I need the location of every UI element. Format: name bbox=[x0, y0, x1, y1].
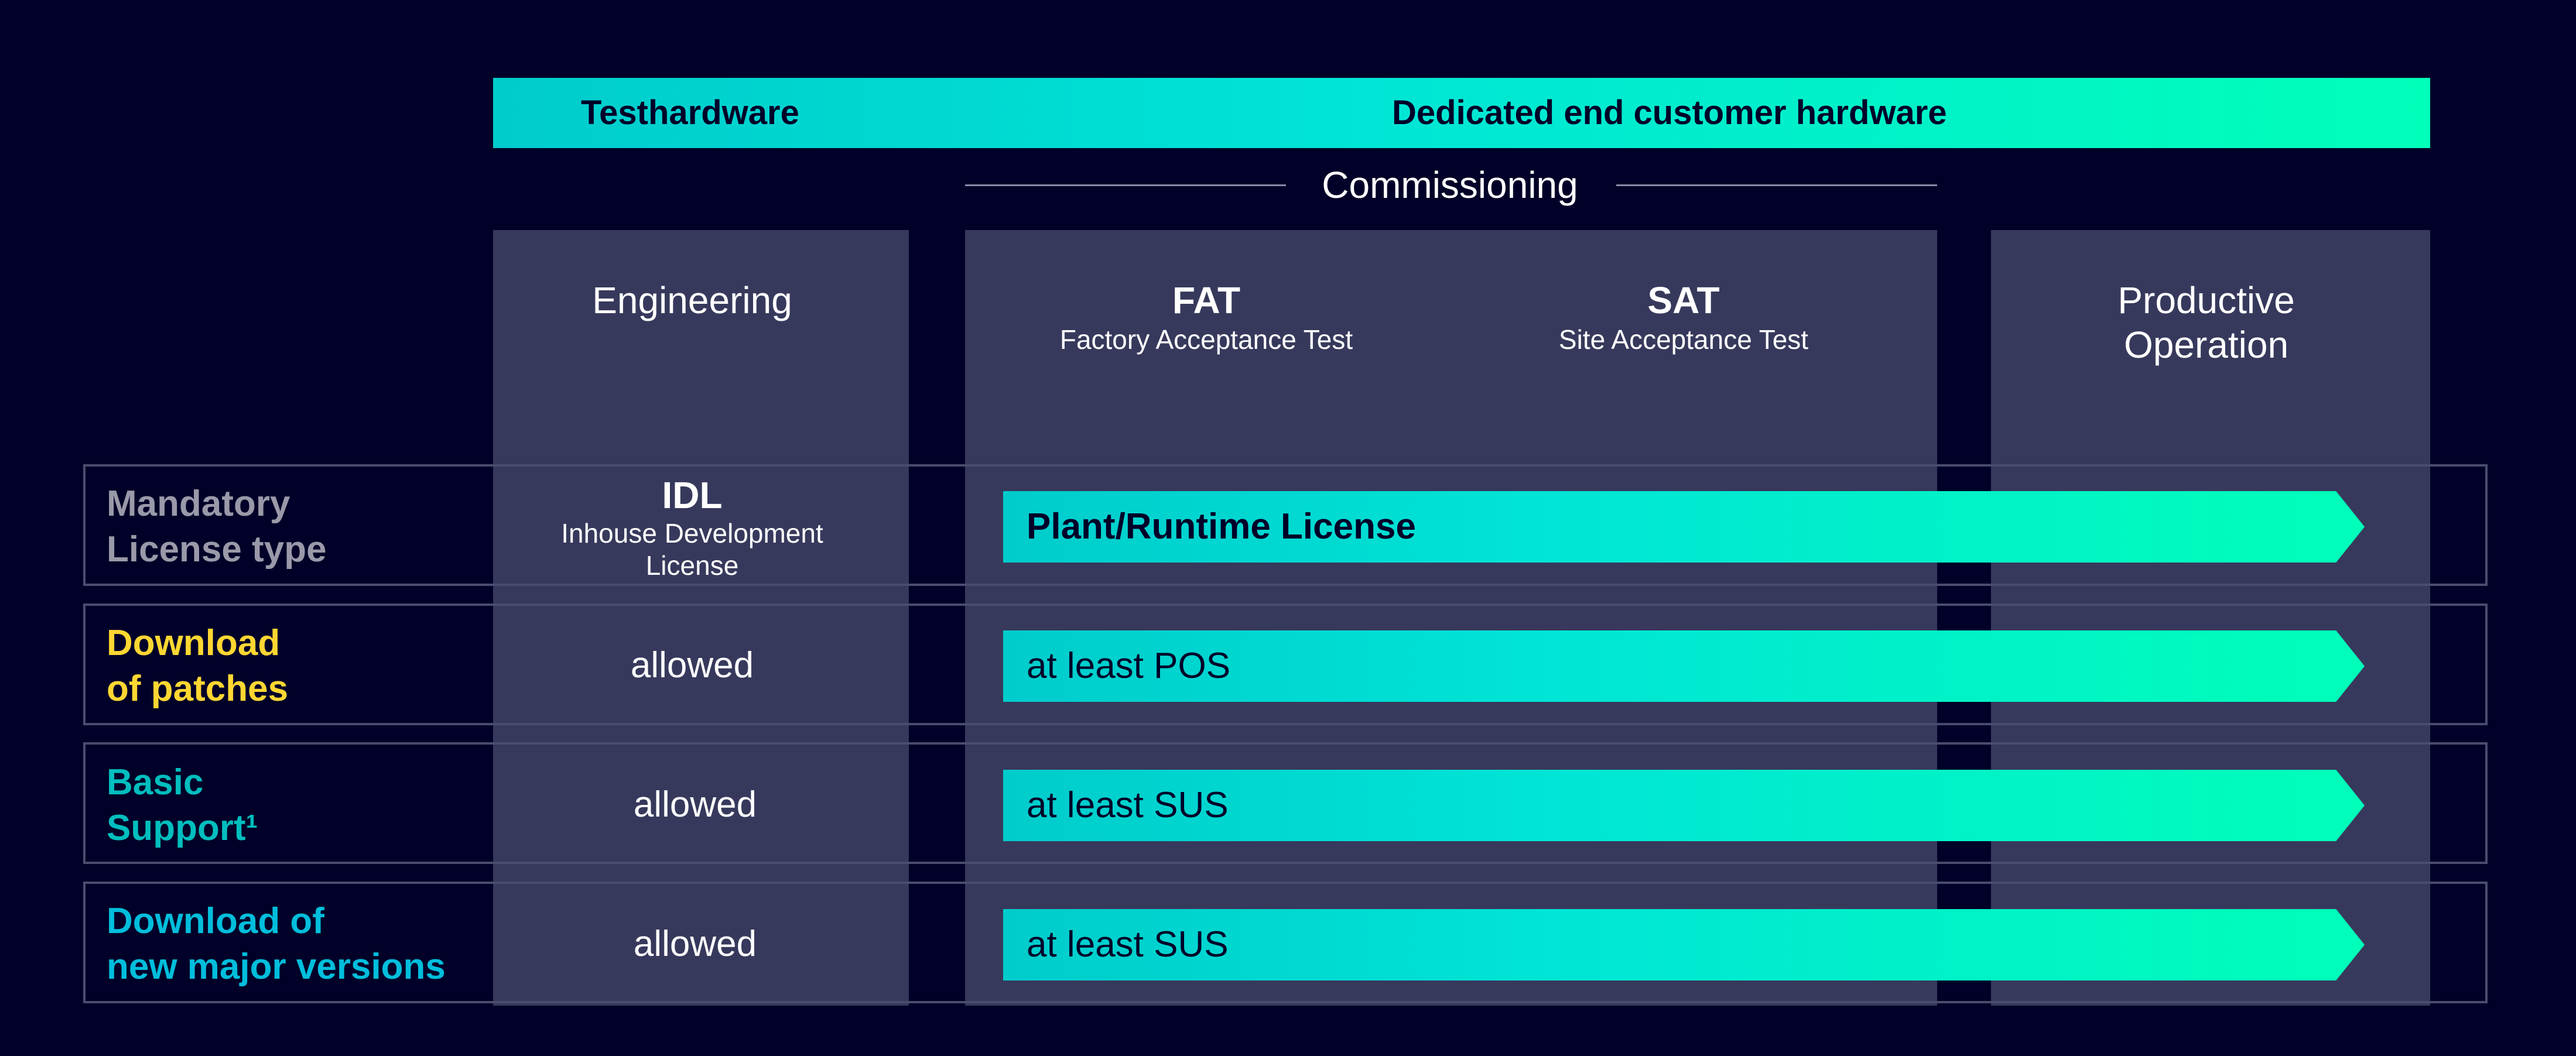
row-label-support-line1: Basic bbox=[107, 762, 204, 803]
row-label-patches-line2: of patches bbox=[107, 668, 289, 709]
patches-arrow: at least POS bbox=[1003, 630, 2365, 702]
support-arrow: at least SUS bbox=[1003, 770, 2365, 841]
patches-engineering-value: allowed bbox=[630, 645, 754, 685]
testhardware-label: Testhardware bbox=[581, 94, 799, 132]
fat-title: FAT bbox=[1172, 279, 1241, 321]
sat-title: SAT bbox=[1647, 279, 1720, 321]
row-label-support-line2: Support¹ bbox=[107, 808, 258, 848]
row-label-license-type-line2: License type bbox=[107, 529, 327, 570]
row-label-major-line2: new major versions bbox=[107, 947, 446, 987]
row-label-major-line1: Download of bbox=[107, 901, 324, 941]
engineering-title: Engineering bbox=[592, 279, 792, 321]
productive-title-line2: Operation bbox=[2123, 324, 2289, 366]
major-versions-arrow: at least SUS bbox=[1003, 909, 2365, 980]
productive-title-line1: Productive bbox=[2117, 279, 2295, 321]
dedicated-hardware-label: Dedicated end customer hardware bbox=[1392, 94, 1947, 132]
idl-subtitle-line2: License bbox=[645, 550, 739, 581]
commissioning-line-left bbox=[965, 184, 1286, 186]
plant-runtime-license-arrow: Plant/Runtime License bbox=[1003, 491, 2365, 563]
major-engineering-value: allowed bbox=[633, 924, 757, 964]
sat-subtitle: Site Acceptance Test bbox=[1558, 324, 1809, 355]
idl-title: IDL bbox=[662, 474, 723, 516]
row-label-license-type-line1: Mandatory bbox=[107, 484, 290, 524]
hardware-bar: Testhardware Dedicated end customer hard… bbox=[493, 78, 2430, 148]
row-label-patches-line1: Download bbox=[107, 623, 280, 663]
commissioning-line-right bbox=[1616, 184, 1937, 186]
idl-subtitle-line1: Inhouse Development bbox=[561, 518, 823, 548]
fat-subtitle: Factory Acceptance Test bbox=[1059, 324, 1353, 355]
support-engineering-value: allowed bbox=[633, 784, 757, 825]
commissioning-label: Commissioning bbox=[1322, 164, 1578, 206]
